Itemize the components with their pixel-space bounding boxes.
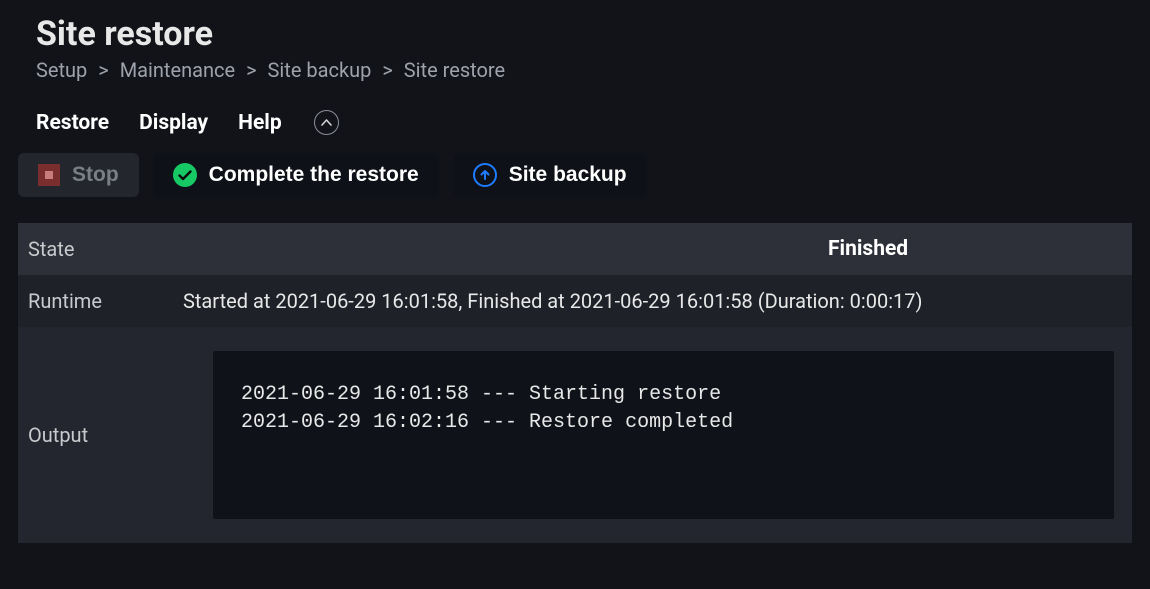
breadcrumb: Setup > Maintenance > Site backup > Site…: [36, 58, 1132, 82]
status-table: State Finished Runtime Started at 2021-0…: [18, 223, 1132, 543]
output-console: 2021-06-29 16:01:58 --- Starting restore…: [213, 351, 1114, 519]
breadcrumb-sep: >: [98, 58, 108, 82]
chevron-up-icon: [321, 119, 332, 126]
collapse-menu-button[interactable]: [314, 110, 339, 135]
stop-button-label: Stop: [72, 163, 119, 187]
check-ok-icon: [173, 163, 197, 187]
breadcrumb-site-backup[interactable]: Site backup: [268, 58, 372, 82]
complete-restore-button[interactable]: Complete the restore: [153, 153, 439, 197]
menu-display[interactable]: Display: [139, 111, 208, 135]
table-row: Runtime Started at 2021-06-29 16:01:58, …: [18, 275, 1132, 327]
output-label: Output: [28, 423, 213, 447]
breadcrumb-sep: >: [382, 58, 392, 82]
breadcrumb-site-restore[interactable]: Site restore: [404, 58, 505, 82]
breadcrumb-sep: >: [246, 58, 256, 82]
site-backup-button[interactable]: Site backup: [453, 153, 647, 197]
stop-icon: [38, 164, 60, 186]
state-value: Finished: [818, 223, 1132, 275]
menu-restore[interactable]: Restore: [36, 111, 109, 135]
state-header: State: [18, 223, 173, 275]
table-row: Output 2021-06-29 16:01:58 --- Starting …: [18, 327, 1132, 543]
arrow-up-circle-icon: [473, 163, 497, 187]
menubar: Restore Display Help: [18, 104, 1132, 153]
breadcrumb-maintenance[interactable]: Maintenance: [120, 58, 235, 82]
runtime-value: Started at 2021-06-29 16:01:58, Finished…: [173, 275, 1132, 327]
page-title: Site restore: [36, 14, 1132, 54]
site-backup-label: Site backup: [509, 163, 627, 187]
breadcrumb-setup[interactable]: Setup: [36, 58, 87, 82]
menu-help[interactable]: Help: [238, 111, 282, 135]
action-row: Stop Complete the restore Site backup: [18, 153, 1132, 197]
runtime-label: Runtime: [18, 275, 173, 327]
stop-button[interactable]: Stop: [18, 153, 139, 197]
complete-restore-label: Complete the restore: [209, 163, 419, 187]
table-header-row: State Finished: [18, 223, 1132, 275]
